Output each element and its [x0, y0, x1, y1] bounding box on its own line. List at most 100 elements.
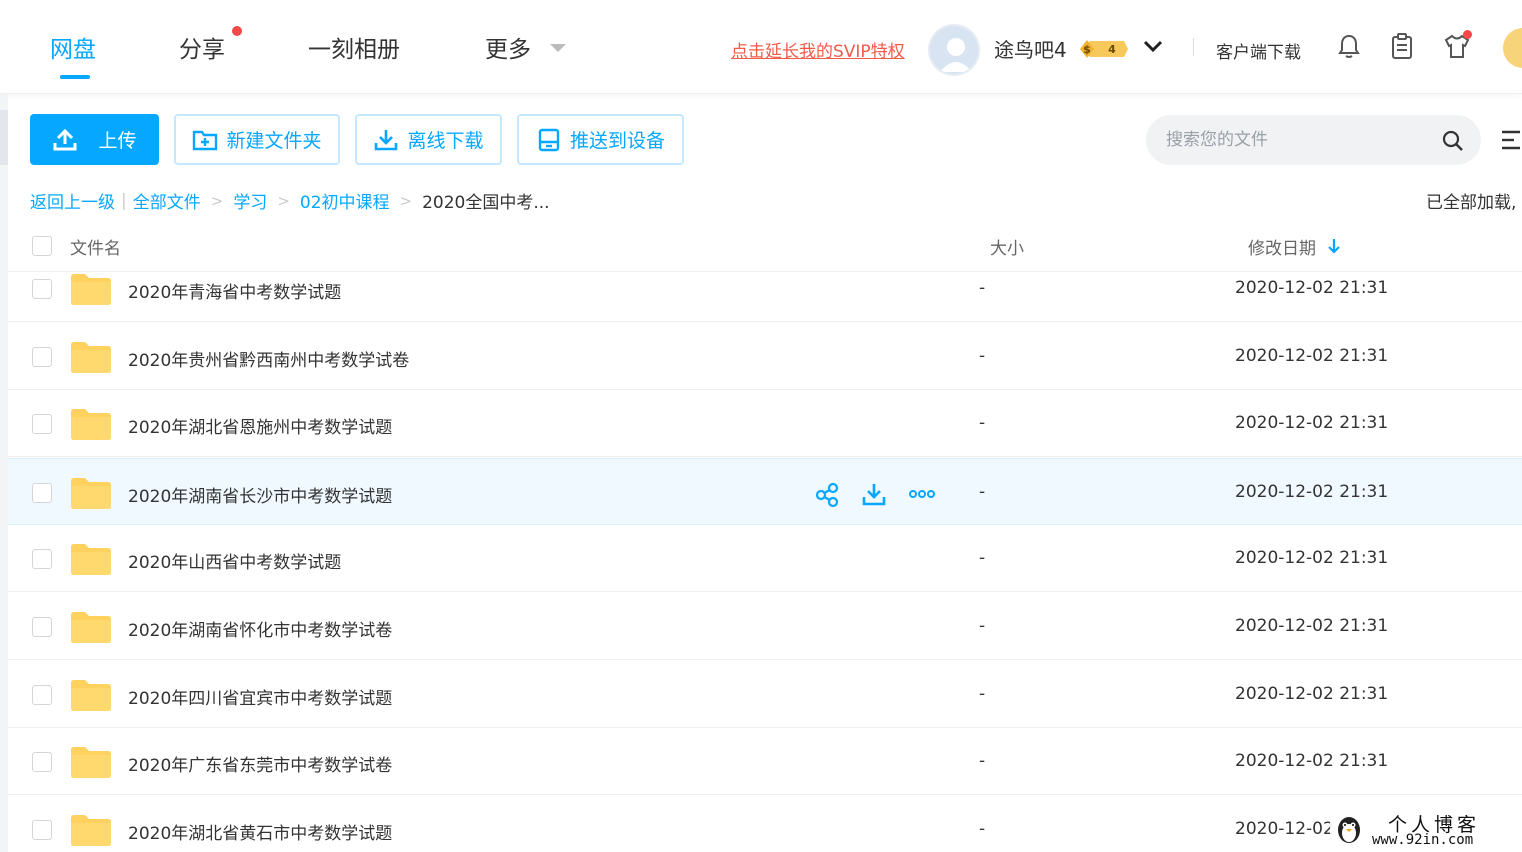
row-checkbox[interactable]	[32, 685, 52, 705]
search-icon[interactable]	[1441, 129, 1465, 153]
breadcrumb-separator: >	[210, 191, 224, 210]
username[interactable]: 途鸟吧4	[994, 34, 1067, 63]
left-edge-shade	[0, 110, 8, 165]
row-checkbox[interactable]	[32, 549, 52, 569]
svg-text:$: $	[1083, 43, 1091, 56]
file-date: 2020-12-02 21:31	[1235, 684, 1389, 704]
row-download-icon[interactable]	[861, 481, 887, 507]
watermark-url: www.92in.com	[1372, 832, 1474, 848]
file-size: -	[979, 278, 986, 298]
table-row[interactable]: 2020年湖南省长沙市中考数学试题 - 2020-12-02 21:31	[8, 458, 1522, 525]
breadcrumb-all-files[interactable]: 全部文件	[133, 188, 201, 213]
profile-avatar[interactable]	[1503, 28, 1522, 68]
table-row[interactable]: 2020年贵州省黔西南州中考数学试卷 - 2020-12-02 21:31	[8, 323, 1522, 390]
bell-icon[interactable]	[1335, 32, 1363, 60]
file-date: 2020-12-02 21:31	[1235, 413, 1389, 433]
chevron-down-icon[interactable]	[1142, 36, 1164, 56]
file-name[interactable]: 2020年四川省宜宾市中考数学试题	[128, 684, 392, 709]
client-download-link[interactable]: 客户端下载	[1216, 38, 1301, 63]
row-checkbox[interactable]	[32, 483, 52, 503]
tab-album[interactable]: 一刻相册	[308, 30, 400, 64]
skin-notification-dot	[1463, 30, 1472, 39]
row-checkbox[interactable]	[32, 279, 52, 299]
avatar-person-icon	[930, 26, 978, 74]
device-icon	[538, 128, 560, 151]
row-checkbox[interactable]	[32, 752, 52, 772]
table-row[interactable]: 2020年广东省东莞市中考数学试卷 - 2020-12-02 21:31	[8, 728, 1522, 795]
file-date: 2020-12-02 21:31	[1235, 616, 1389, 636]
push-device-button[interactable]: 推送到设备	[517, 114, 684, 165]
push-device-label: 推送到设备	[569, 130, 665, 152]
row-checkbox[interactable]	[32, 347, 52, 367]
breadcrumb-current: 2020全国中考...	[422, 193, 550, 213]
tab-netdisk[interactable]: 网盘	[50, 30, 96, 64]
tab-share[interactable]: 分享	[179, 30, 225, 64]
file-date: 2020-12-02 21:31	[1235, 278, 1389, 298]
file-date: 2020-12-02 21:31	[1235, 548, 1389, 568]
offline-download-button[interactable]: 离线下载	[355, 114, 502, 165]
tab-more[interactable]: 更多	[485, 30, 531, 64]
left-edge	[0, 94, 8, 852]
search-input[interactable]	[1166, 115, 1426, 165]
breadcrumb-back[interactable]: 返回上一级	[30, 188, 115, 213]
file-name[interactable]: 2020年湖北省黄石市中考数学试题	[128, 819, 392, 844]
file-date: 2020-12-02 21:31	[1235, 346, 1389, 366]
file-size: -	[979, 548, 986, 568]
folder-icon	[71, 814, 111, 846]
share-icon[interactable]	[814, 482, 840, 508]
svip-renew-link[interactable]: 点击延长我的SVIP特权	[731, 37, 905, 62]
share-notification-dot	[232, 26, 242, 36]
table-row[interactable]: 2020年湖北省恩施州中考数学试题 - 2020-12-02 21:31	[8, 390, 1522, 457]
folder-icon	[71, 273, 111, 305]
table-row[interactable]: 2020年山西省中考数学试题 - 2020-12-02 21:31	[8, 525, 1522, 592]
file-name[interactable]: 2020年湖北省恩施州中考数学试题	[128, 413, 392, 438]
table-row[interactable]: 2020年湖南省怀化市中考数学试卷 - 2020-12-02 21:31	[8, 593, 1522, 660]
upload-icon	[53, 128, 77, 150]
penguin-logo-icon	[1338, 817, 1360, 843]
breadcrumb-middle-school[interactable]: 02初中课程	[300, 188, 390, 213]
file-name[interactable]: 2020年湖南省长沙市中考数学试题	[128, 482, 392, 507]
breadcrumb: 返回上一级 | 全部文件 > 学习 > 02初中课程 > 2020全国中考...	[30, 188, 550, 214]
file-size: -	[979, 819, 986, 839]
vip-level-number: 4	[1108, 43, 1116, 56]
folder-icon	[71, 611, 111, 643]
file-size: -	[979, 482, 986, 502]
new-folder-icon	[193, 130, 218, 150]
row-checkbox[interactable]	[32, 820, 52, 840]
view-menu-icon[interactable]	[1500, 127, 1522, 153]
table-row[interactable]: 2020年湖北省黄石市中考数学试题 - 2020-12-02	[8, 796, 1522, 852]
load-status: 已全部加载,	[1426, 193, 1517, 213]
more-caret-icon[interactable]	[550, 44, 566, 52]
new-folder-button[interactable]: 新建文件夹	[174, 114, 340, 165]
clipboard-icon[interactable]	[1388, 32, 1416, 60]
folder-icon	[71, 543, 111, 575]
file-size: -	[979, 751, 986, 771]
upload-label: 上传	[98, 130, 137, 152]
row-checkbox[interactable]	[32, 617, 52, 637]
file-name[interactable]: 2020年山西省中考数学试题	[128, 548, 341, 573]
sort-desc-icon[interactable]	[1326, 237, 1342, 255]
row-checkbox[interactable]	[32, 414, 52, 434]
folder-icon	[71, 679, 111, 711]
file-name[interactable]: 2020年贵州省黔西南州中考数学试卷	[128, 346, 409, 371]
file-name[interactable]: 2020年湖南省怀化市中考数学试卷	[128, 616, 392, 641]
user-avatar[interactable]	[928, 24, 980, 76]
upload-button[interactable]: 上传	[30, 114, 159, 165]
top-nav: 网盘 分享 一刻相册 更多 点击延长我的SVIP特权 途鸟吧4 $ 4 客户端下…	[0, 0, 1522, 94]
blog-watermark: 个人博客 www.92in.com	[1330, 810, 1522, 852]
new-folder-label: 新建文件夹	[226, 130, 322, 152]
table-row[interactable]: 2020年青海省中考数学试题 - 2020-12-02 21:31	[8, 255, 1522, 322]
select-all-checkbox[interactable]	[32, 236, 52, 256]
more-options-icon[interactable]	[909, 481, 935, 507]
folder-icon	[71, 477, 111, 509]
breadcrumb-separator: >	[399, 191, 413, 210]
table-row[interactable]: 2020年四川省宜宾市中考数学试题 - 2020-12-02 21:31	[8, 661, 1522, 728]
download-icon	[375, 129, 398, 150]
file-size: -	[979, 413, 986, 433]
file-date: 2020-12-02 21:31	[1235, 482, 1389, 502]
file-name[interactable]: 2020年广东省东莞市中考数学试卷	[128, 751, 392, 776]
file-name[interactable]: 2020年青海省中考数学试题	[128, 278, 341, 303]
vip-level-badge[interactable]: $ 4	[1080, 39, 1128, 59]
breadcrumb-study[interactable]: 学习	[233, 188, 267, 213]
active-tab-indicator	[60, 75, 90, 79]
